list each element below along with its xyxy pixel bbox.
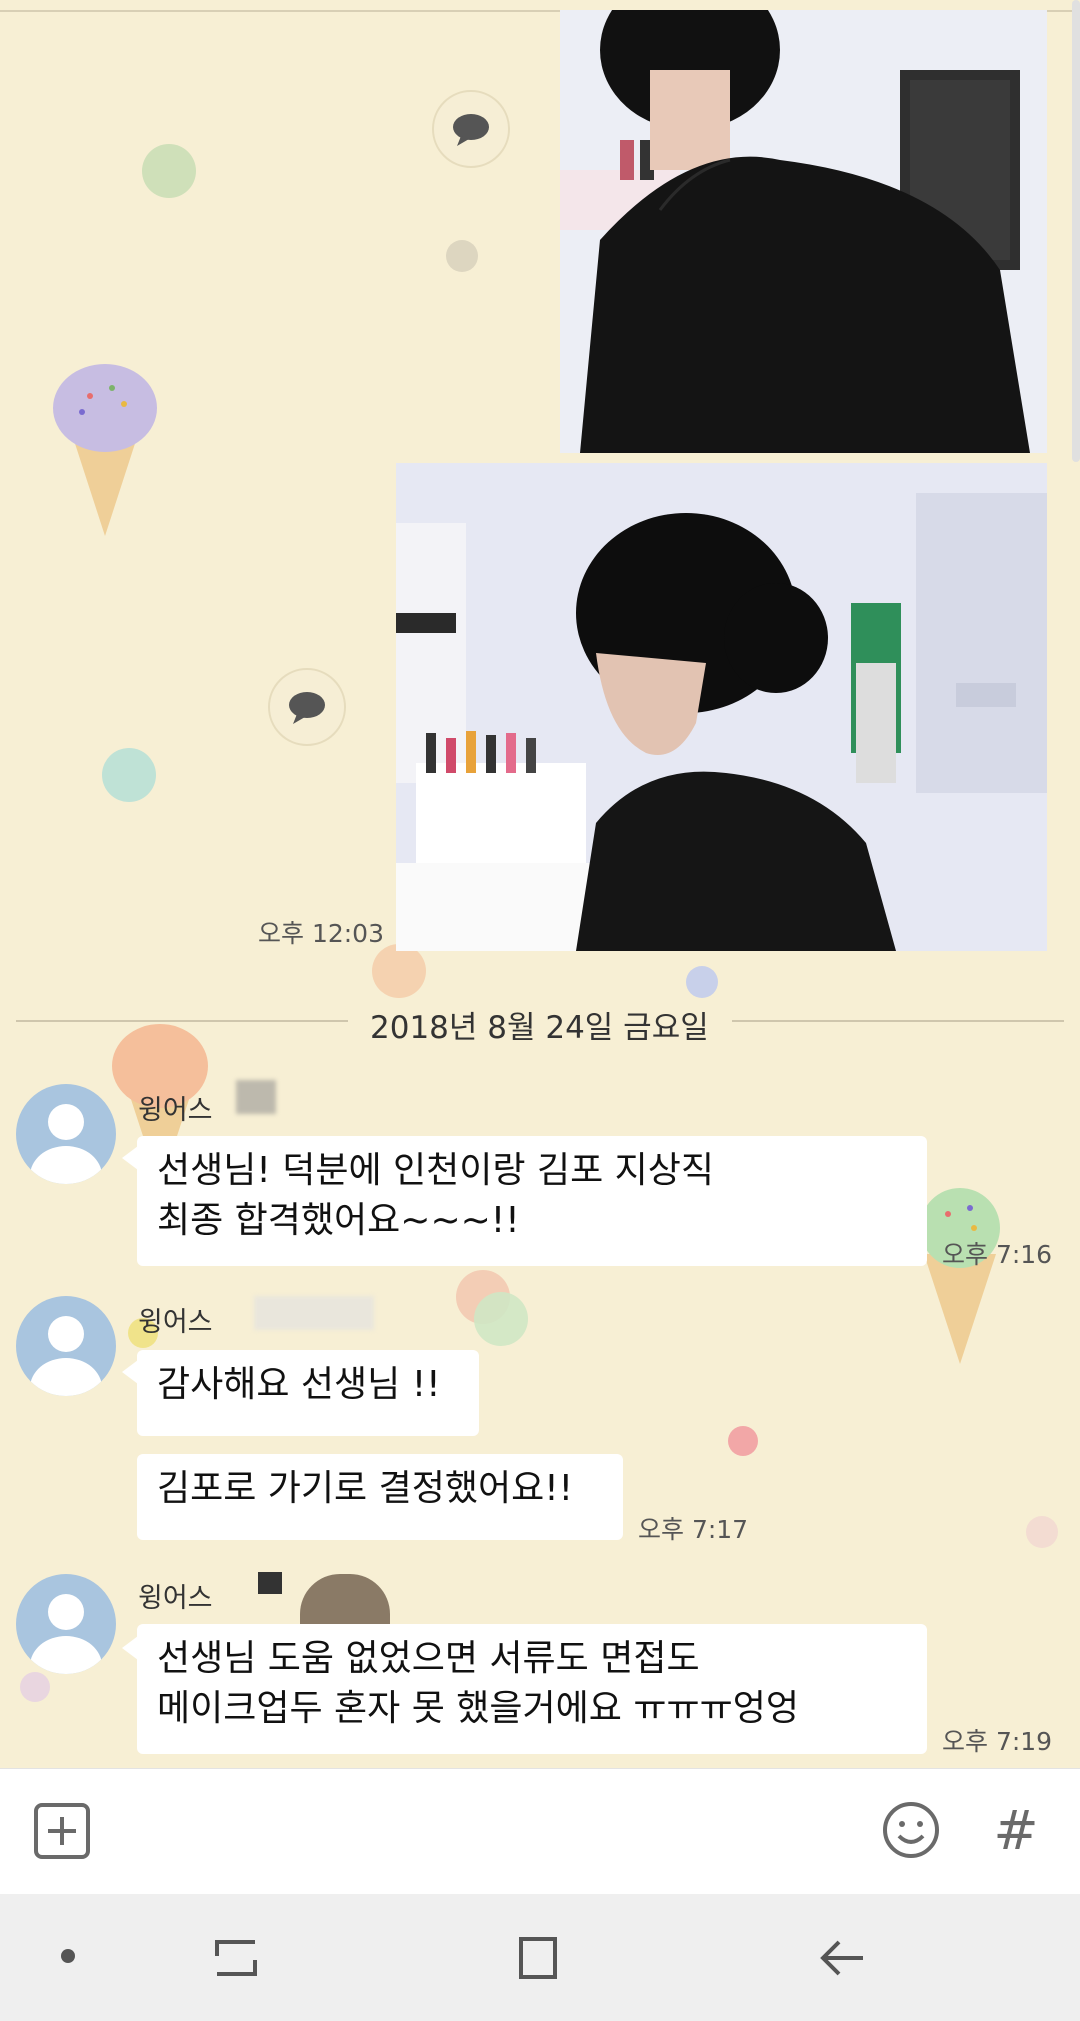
avatar[interactable] <box>16 1296 116 1396</box>
decor-dot <box>102 748 156 802</box>
date-divider-line-right <box>732 1020 1064 1022</box>
avatar[interactable] <box>16 1574 116 1674</box>
recent-apps-icon[interactable] <box>206 1928 266 1988</box>
home-icon[interactable] <box>508 1928 568 1988</box>
photo-back-view[interactable] <box>560 10 1047 453</box>
bubble-tail <box>122 1636 138 1660</box>
redacted-name <box>236 1080 276 1114</box>
date-divider-text: 2018년 8월 24일 금요일 <box>370 1010 709 1046</box>
decor-dot <box>728 1426 758 1456</box>
back-icon[interactable] <box>812 1928 872 1988</box>
message-text: 최종 합격했어요~~~!! <box>157 1200 520 1241</box>
decor-dot <box>142 144 196 198</box>
dot-icon[interactable] <box>46 1934 90 1978</box>
redacted-sticker <box>300 1574 390 1628</box>
hashtag-button[interactable]: # <box>986 1795 1046 1865</box>
decor-dot <box>446 240 478 272</box>
chat-input-bar: # <box>0 1768 1080 1895</box>
message-bubble[interactable]: 선생님! 덕분에 인천이랑 김포 지상직 최종 합격했어요~~~!! <box>137 1136 927 1266</box>
bubble-tail <box>122 1146 138 1170</box>
attach-button[interactable] <box>30 1799 94 1863</box>
message-text: 선생님! 덕분에 인천이랑 김포 지상직 <box>157 1150 715 1191</box>
message-text: 감사해요 선생님 !! <box>157 1364 441 1405</box>
decor-dot <box>20 1672 50 1702</box>
sender-name: 윙어스 <box>138 1095 213 1126</box>
share-button[interactable] <box>432 90 510 168</box>
ice-cream-decoration <box>920 1188 1000 1364</box>
message-time: 오후 7:16 <box>942 1240 1053 1269</box>
photo-illustration <box>560 10 1047 453</box>
message-input[interactable] <box>120 1789 860 1875</box>
system-navigation-bar <box>0 1894 1080 2021</box>
photo-illustration <box>396 463 1047 951</box>
message-bubble[interactable]: 선생님 도움 없었으면 서류도 면접도 메이크업두 혼자 못 했을거에요 ㅠㅠㅠ… <box>137 1624 927 1754</box>
message-text: 선생님 도움 없었으면 서류도 면접도 <box>157 1638 700 1679</box>
decor-dot <box>474 1292 528 1346</box>
photo-side-view[interactable] <box>396 463 1047 951</box>
message-text: 메이크업두 혼자 못 했을거에요 ㅠㅠㅠ엉엉 <box>157 1688 799 1729</box>
redacted-name <box>254 1296 374 1330</box>
redacted-name <box>258 1572 282 1594</box>
share-button[interactable] <box>268 668 346 746</box>
date-divider-line-left <box>16 1020 348 1022</box>
ice-cream-decoration <box>53 364 157 536</box>
message-time: 오후 7:17 <box>638 1515 749 1544</box>
emoji-button[interactable] <box>878 1797 944 1863</box>
sender-name: 윙어스 <box>138 1583 213 1614</box>
chat-bubble-icon <box>289 692 325 724</box>
message-time: 오후 12:03 <box>258 919 384 948</box>
decor-dot <box>372 944 426 998</box>
sender-name: 윙어스 <box>138 1307 213 1338</box>
smiley-icon <box>883 1802 939 1858</box>
message-text: 김포로 가기로 결정했어요!! <box>157 1468 574 1509</box>
message-bubble[interactable]: 감사해요 선생님 !! <box>137 1350 479 1436</box>
decor-dot <box>686 966 718 998</box>
chat-bubble-icon <box>453 114 489 146</box>
decor-dot <box>1026 1516 1058 1548</box>
scrollbar[interactable] <box>1072 0 1080 462</box>
plus-square-icon <box>34 1803 90 1859</box>
avatar[interactable] <box>16 1084 116 1184</box>
bubble-tail <box>122 1360 138 1384</box>
message-time: 오후 7:19 <box>942 1727 1053 1756</box>
message-bubble[interactable]: 김포로 가기로 결정했어요!! <box>137 1454 623 1540</box>
